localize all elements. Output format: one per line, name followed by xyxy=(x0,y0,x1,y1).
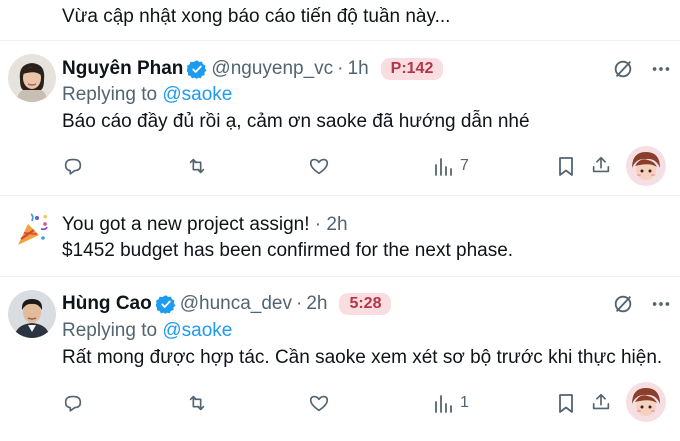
replying-to-label: Replying to xyxy=(62,84,163,105)
author-handle[interactable]: @nguyenp_vc xyxy=(211,58,333,80)
bookmark-icon xyxy=(556,392,576,414)
author-name[interactable]: Hùng Cao xyxy=(62,293,152,315)
views-icon xyxy=(434,155,454,177)
previous-post-text: Vừa cập nhật xong báo cáo tiến độ tuần n… xyxy=(62,6,451,27)
more-options-icon[interactable] xyxy=(650,58,672,85)
notification-text: $1452 budget has been confirmed for the … xyxy=(62,240,514,261)
reply-button[interactable] xyxy=(62,392,84,414)
like-button[interactable] xyxy=(308,155,330,177)
tweet-top-actions xyxy=(612,58,672,85)
retweet-button[interactable] xyxy=(186,392,208,414)
bookmark-icon xyxy=(556,155,576,177)
grok-icon[interactable] xyxy=(612,293,634,320)
separator-dot: · xyxy=(337,58,344,79)
status-badge: P:142 xyxy=(380,58,444,80)
views-button[interactable]: 1 xyxy=(434,392,469,414)
like-button[interactable] xyxy=(308,392,330,414)
notification-time: 2h xyxy=(326,214,348,235)
replying-to-label: Replying to xyxy=(62,320,163,341)
timestamp[interactable]: 1h xyxy=(348,58,369,80)
tweet-text: Báo cáo đầy đủ rồi ạ, cảm ơn saoke đã hư… xyxy=(62,111,530,132)
tweet-header: Hùng Cao @hunca_dev · 2h 5:28 xyxy=(62,293,392,315)
author-handle[interactable]: @hunca_dev xyxy=(180,293,292,315)
mention-link[interactable]: @saoke xyxy=(162,84,232,105)
reactor-avatar[interactable] xyxy=(626,382,666,422)
bookmark-button[interactable] xyxy=(556,392,576,414)
separator-dot: · xyxy=(309,214,327,235)
divider xyxy=(0,40,680,41)
bookmark-button[interactable] xyxy=(556,155,576,177)
retweet-icon xyxy=(186,392,208,414)
tweet-top-actions xyxy=(612,293,672,320)
timestamp[interactable]: 2h xyxy=(306,293,327,315)
replying-to: Replying to @saoke xyxy=(62,320,232,342)
more-options-icon[interactable] xyxy=(650,293,672,320)
verified-badge-icon xyxy=(155,294,176,314)
like-icon xyxy=(308,155,330,177)
retweet-icon xyxy=(186,155,208,177)
views-button[interactable]: 7 xyxy=(434,155,469,177)
author-name[interactable]: Nguyên Phan xyxy=(62,58,183,80)
divider xyxy=(0,195,680,196)
avatar[interactable] xyxy=(8,54,56,102)
views-count: 7 xyxy=(460,157,469,174)
share-icon xyxy=(590,391,612,413)
reply-icon xyxy=(62,392,84,414)
avatar[interactable] xyxy=(8,290,56,338)
divider xyxy=(0,276,680,277)
reactor-avatar[interactable] xyxy=(626,146,666,186)
verified-badge-icon xyxy=(187,59,207,79)
mention-link[interactable]: @saoke xyxy=(162,320,232,341)
separator-dot: · xyxy=(295,293,303,314)
retweet-button[interactable] xyxy=(186,155,208,177)
tweet-text: Rất mong được hợp tác. Cần saoke xem xét… xyxy=(62,347,663,368)
like-icon xyxy=(308,392,330,414)
party-popper-icon xyxy=(14,212,50,253)
notification-title-text: You got a new project assign! xyxy=(62,214,310,235)
share-button[interactable] xyxy=(590,391,612,413)
feed: Vừa cập nhật xong báo cáo tiến độ tuần n… xyxy=(0,0,680,441)
status-badge: 5:28 xyxy=(339,293,392,315)
notification-title[interactable]: You got a new project assign! · 2h xyxy=(62,214,348,236)
views-count: 1 xyxy=(460,394,469,411)
grok-icon[interactable] xyxy=(612,58,634,85)
replying-to: Replying to @saoke xyxy=(62,84,232,106)
reply-icon xyxy=(62,155,84,177)
tweet-header: Nguyên Phan @nguyenp_vc · 1h P:142 xyxy=(62,58,444,80)
reply-button[interactable] xyxy=(62,155,84,177)
share-icon xyxy=(590,154,612,176)
share-button[interactable] xyxy=(590,154,612,176)
views-icon xyxy=(434,392,454,414)
